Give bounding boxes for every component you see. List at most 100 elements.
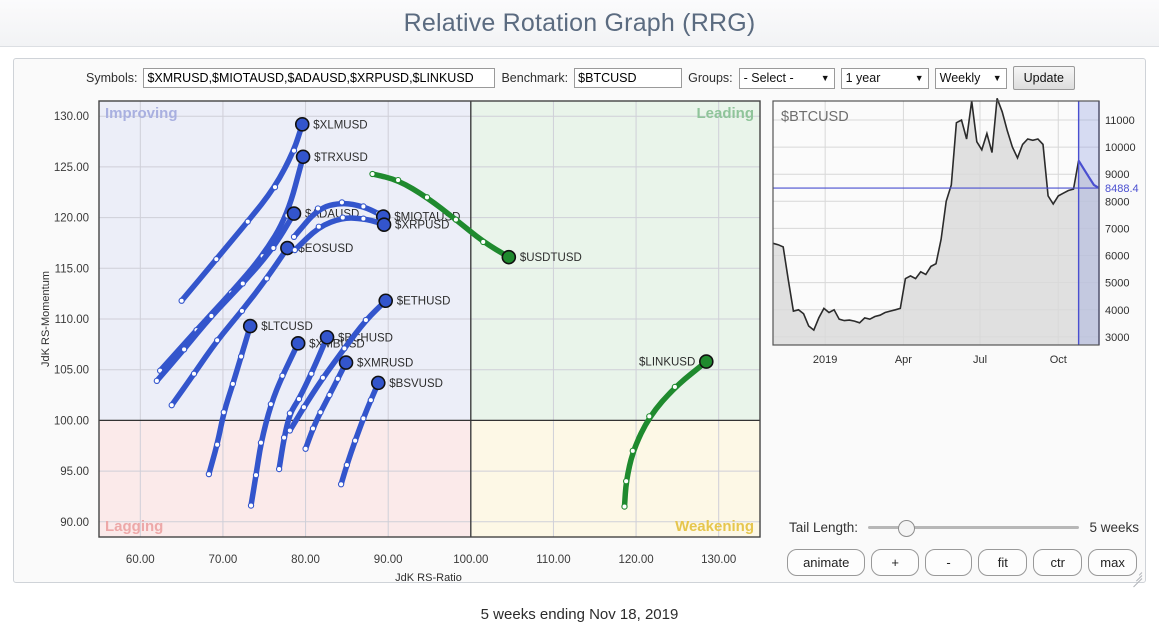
series-node [267, 401, 275, 408]
footer-caption: 5 weeks ending Nov 18, 2019 [480, 606, 679, 623]
benchmark-y-tick: 4000 [1105, 305, 1129, 317]
x-axis-tick: 130.00 [701, 554, 736, 566]
y-axis-tick: 95.00 [60, 466, 89, 478]
series-head-marker[interactable] [319, 329, 335, 345]
series-label: $TRXUSD [314, 152, 368, 164]
x-axis-tick: 90.00 [374, 554, 403, 566]
rrg-plot[interactable]: 60.00 70.00 80.00 90.00 100.00 110.00 120.00 13… [27, 97, 764, 587]
series-label: $USDTUSD [520, 252, 582, 264]
series-node [341, 345, 348, 352]
chart-action-buttons: animate + - fit ctr max [787, 549, 1138, 576]
series-head-marker[interactable] [286, 206, 302, 221]
x-axis-title: JdK RS-Ratio [395, 572, 462, 584]
benchmark-y-tick: 6000 [1105, 251, 1129, 263]
series-node [229, 380, 237, 388]
series-node [208, 312, 215, 320]
benchmark-x-tick: Apr [895, 354, 912, 366]
series-head-marker[interactable] [370, 375, 386, 391]
series-label: $BSVUSD [389, 378, 443, 390]
y-axis-tick: 125.00 [54, 162, 89, 174]
chevron-down-icon: ▼ [820, 73, 830, 83]
series-node [244, 218, 251, 225]
resize-grip[interactable] [1129, 566, 1143, 588]
x-axis-tick: 60.00 [126, 554, 155, 566]
quadrant-label-lagging: Lagging [105, 518, 163, 535]
main-panel: Symbols: Benchmark: Groups: - Select - ▼… [13, 58, 1146, 588]
series-node [337, 481, 345, 488]
series-node [326, 391, 333, 399]
series-node [339, 214, 346, 221]
frequency-select[interactable]: Weekly ▼ [934, 67, 1007, 89]
series-label: $EOSUSD [298, 243, 353, 255]
benchmark-x-tick: Jul [973, 354, 987, 366]
series-node [394, 176, 402, 184]
benchmark-input[interactable] [574, 68, 683, 88]
series-label: $XMRUSD [357, 358, 413, 370]
series-head-marker[interactable] [280, 240, 295, 256]
groups-select[interactable]: - Select - ▼ [738, 67, 835, 89]
series-head-marker[interactable] [242, 318, 258, 334]
period-select[interactable]: 1 year ▼ [840, 67, 929, 89]
series-node [214, 441, 221, 448]
series-node [275, 465, 283, 473]
series-node [367, 396, 374, 404]
symbols-input[interactable] [143, 68, 496, 88]
series-node [319, 374, 327, 381]
series-node [315, 223, 322, 230]
series-node [239, 280, 246, 287]
series-node [308, 370, 315, 377]
update-button[interactable]: Update [1012, 66, 1075, 90]
tail-length-control: Tail Length: 5 weeks [789, 515, 1139, 539]
y-axis-tick: 110.00 [55, 314, 89, 326]
update-button-label: Update [1023, 71, 1064, 85]
series-node [362, 316, 370, 324]
tail-length-value: 5 weeks [1089, 519, 1139, 535]
y-axis-tick: 90.00 [60, 517, 89, 529]
series-node [369, 170, 376, 178]
series-node [314, 205, 322, 212]
slider-knob[interactable] [897, 520, 915, 537]
series-head-marker[interactable] [295, 149, 311, 165]
series-label: $XLMUSD [313, 119, 367, 131]
series-node [317, 409, 324, 416]
y-axis-tick: 130.00 [54, 111, 89, 123]
series-node [629, 447, 636, 454]
series-node [343, 461, 351, 469]
series-node [214, 337, 221, 344]
series-head-marker[interactable] [294, 117, 310, 132]
fit-button[interactable]: fit [978, 549, 1028, 576]
series-node [360, 203, 367, 210]
series-node [334, 375, 341, 382]
series-label: $LTCUSD [261, 321, 313, 333]
benchmark-symbol-label: $BTCUSD [781, 109, 849, 125]
series-label: $XRPUSD [395, 220, 449, 232]
animate-button-label: animate [803, 555, 850, 570]
zoom-in-button[interactable]: + [871, 549, 919, 576]
series-head-marker[interactable] [501, 249, 517, 265]
tail-length-slider[interactable] [868, 519, 1080, 537]
series-node [247, 502, 255, 509]
series-node [252, 471, 260, 479]
benchmark-y-tick: 7000 [1105, 223, 1129, 235]
x-axis-tick: 120.00 [618, 554, 653, 566]
series-node [205, 470, 213, 478]
series-head-marker[interactable] [376, 217, 392, 233]
series-head-marker[interactable] [290, 336, 306, 351]
center-button[interactable]: ctr [1033, 549, 1083, 576]
series-node [153, 377, 160, 385]
benchmark-x-tick: Oct [1050, 354, 1067, 366]
zoom-out-button[interactable]: - [924, 549, 973, 576]
series-head-marker[interactable] [698, 354, 714, 369]
series-node [257, 439, 265, 446]
animate-button[interactable]: animate [787, 549, 866, 576]
benchmark-chart[interactable]: 11000 10000 9000 8000 7000 6000 5000 4000 3000 20… [769, 97, 1145, 372]
benchmark-y-tick: 9000 [1105, 169, 1129, 181]
series-head-marker[interactable] [378, 293, 394, 309]
series-head-marker[interactable] [338, 355, 354, 370]
series-node [213, 256, 220, 263]
series-node [646, 413, 653, 420]
series-node [452, 216, 460, 223]
y-axis-tick: 115.00 [55, 263, 89, 275]
series-node [423, 194, 431, 201]
quadrant-label-leading: Leading [696, 105, 754, 122]
